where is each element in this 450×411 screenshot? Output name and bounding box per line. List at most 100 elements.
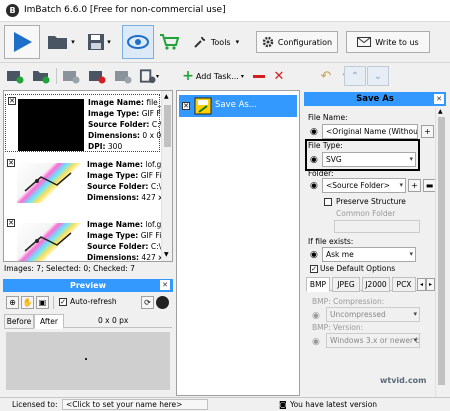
checklist-icon bbox=[139, 69, 156, 84]
preview-toolbar: ⊕ ✋ ▣ ✓ Auto-refresh ⟳ bbox=[3, 293, 173, 311]
insert-tag-icon[interactable]: + bbox=[408, 179, 421, 192]
write-to-us-label: Write to us bbox=[375, 37, 419, 47]
file-type-select[interactable]: SVG ▾ bbox=[322, 152, 416, 167]
hand-pan-icon[interactable]: ✋ bbox=[21, 296, 34, 309]
licensed-to-field[interactable]: <Click to set your name here> bbox=[62, 399, 208, 410]
undo-button[interactable]: ↶ bbox=[316, 66, 336, 86]
use-default-options-checkbox[interactable]: ✓ bbox=[310, 265, 318, 273]
close-icon[interactable]: ✕ bbox=[434, 94, 444, 104]
task-checkbox[interactable]: ✕ bbox=[182, 102, 190, 110]
if-file-exists-value: Ask me bbox=[326, 250, 354, 259]
close-icon[interactable]: ✕ bbox=[160, 280, 170, 290]
clear-tasks-button[interactable]: ✕ bbox=[270, 66, 288, 86]
image-list-scrollbar[interactable]: ▲ ▼ bbox=[161, 91, 172, 261]
auto-refresh-checkbox[interactable]: ✓ bbox=[59, 298, 67, 306]
refresh-icon[interactable]: ⟳ bbox=[141, 296, 154, 309]
common-folder-field[interactable] bbox=[334, 220, 420, 233]
run-button[interactable] bbox=[4, 25, 40, 59]
scroll-up-icon[interactable]: ▲ bbox=[164, 93, 169, 100]
remove-image-icon bbox=[63, 71, 80, 84]
add-task-button[interactable]: + Add Task... ▾ bbox=[180, 66, 246, 86]
move-up-button[interactable]: ⌃ bbox=[344, 66, 366, 86]
variable-icon[interactable]: ◉ bbox=[310, 250, 318, 260]
chevron-left-icon[interactable]: ◂ bbox=[417, 278, 426, 291]
tab-pcx[interactable]: PCX bbox=[392, 277, 416, 292]
chevron-down-icon: ▾ bbox=[155, 72, 159, 80]
zoom-fit-icon[interactable]: ⊕ bbox=[6, 296, 19, 309]
variable-icon[interactable]: ◉ bbox=[312, 311, 320, 321]
preview-canvas[interactable] bbox=[6, 332, 170, 390]
open-folder-button[interactable]: ▾ bbox=[44, 28, 78, 56]
variable-icon[interactable]: ◉ bbox=[310, 155, 318, 165]
file-name-field[interactable]: <Original Name (Without bbox=[322, 124, 418, 139]
list-item[interactable]: ✕ Image Name: lof.gif Image Type: GIF Fi… bbox=[5, 157, 172, 215]
add-folder-button[interactable] bbox=[30, 66, 52, 86]
chevron-down-icon: ▾ bbox=[413, 336, 417, 344]
variable-icon[interactable]: ◉ bbox=[310, 127, 318, 137]
insert-tag-icon[interactable]: + bbox=[421, 125, 434, 138]
scrollbar-thumb[interactable] bbox=[438, 117, 445, 385]
chevron-down-icon: ▾ bbox=[399, 181, 403, 189]
if-file-exists-label: If file exists: bbox=[308, 237, 354, 246]
licensed-to-value: <Click to set your name here> bbox=[66, 400, 183, 409]
if-file-exists-select[interactable]: Ask me ▾ bbox=[322, 247, 416, 262]
variable-icon[interactable]: ◉ bbox=[310, 181, 318, 191]
eye-icon bbox=[127, 35, 149, 49]
dpi-value: 300 bbox=[107, 142, 123, 151]
save-button[interactable]: ▾ bbox=[82, 28, 116, 56]
add-image-icon bbox=[7, 71, 24, 84]
tab-after[interactable]: After bbox=[34, 314, 64, 329]
preview-toggle-button[interactable] bbox=[122, 25, 154, 59]
save-as-panel-header: Save As ✕ bbox=[304, 92, 446, 106]
cat-artwork-icon bbox=[24, 172, 72, 192]
folder-label: Folder: bbox=[308, 169, 334, 178]
tools-menu-button[interactable]: Tools ▾ bbox=[184, 28, 248, 56]
floppy-disk-icon bbox=[88, 34, 105, 50]
tab-before[interactable]: Before bbox=[4, 314, 34, 329]
save-as-icon bbox=[194, 97, 212, 115]
bmp-version-select[interactable]: Windows 3.x or newer bit ▾ bbox=[326, 333, 420, 348]
close-icon: ✕ bbox=[273, 68, 285, 84]
image-view-icon[interactable]: ▣ bbox=[36, 296, 49, 309]
auto-refresh-label: Auto-refresh bbox=[70, 297, 117, 306]
chevron-down-icon: ▾ bbox=[409, 250, 413, 258]
save-as-properties: File Name: ◉ <Original Name (Without + F… bbox=[304, 107, 446, 397]
list-item[interactable]: ✕ Image Name: lof.gif :2 Image Type: GIF… bbox=[5, 217, 172, 261]
tab-j2000[interactable]: J2000 bbox=[362, 277, 390, 292]
remove-all-button[interactable] bbox=[86, 66, 108, 86]
preview-tabs: Before After 0 x 0 px bbox=[4, 314, 172, 329]
remove-all-icon bbox=[89, 71, 106, 84]
edit-toolbar: ↶ ↷ ⌃ ⌄ bbox=[314, 64, 434, 88]
remove-selected-button[interactable] bbox=[60, 66, 82, 86]
tab-jpeg[interactable]: JPEG bbox=[332, 277, 360, 292]
remove-task-button[interactable] bbox=[250, 66, 268, 86]
buy-button[interactable] bbox=[156, 28, 182, 56]
image-list-toolbar: ▾ bbox=[2, 64, 174, 88]
background-color-icon[interactable] bbox=[156, 296, 169, 309]
chevron-right-icon[interactable]: ▸ bbox=[426, 278, 435, 291]
remove-checked-button[interactable] bbox=[112, 66, 134, 86]
toolbar-separator bbox=[53, 296, 54, 309]
check-options-button[interactable]: ▾ bbox=[138, 66, 160, 86]
item-checkbox[interactable]: ✕ bbox=[8, 97, 16, 105]
bmp-version-value: Windows 3.x or newer bit bbox=[330, 336, 420, 345]
folder-value: <Source Folder> bbox=[326, 181, 390, 190]
item-checkbox[interactable]: ✕ bbox=[7, 219, 15, 227]
folder-select[interactable]: <Source Folder> ▾ bbox=[322, 178, 406, 193]
add-images-button[interactable] bbox=[4, 66, 26, 86]
bmp-compression-select[interactable]: Uncompressed ▾ bbox=[326, 307, 420, 322]
scroll-up-icon[interactable]: ▲ bbox=[438, 108, 443, 115]
preserve-structure-checkbox[interactable] bbox=[324, 198, 332, 206]
task-item-save-as[interactable]: ✕ Save As... bbox=[179, 95, 297, 117]
scroll-down-icon[interactable]: ▼ bbox=[164, 251, 169, 258]
properties-scrollbar[interactable]: ▲ bbox=[435, 107, 446, 397]
variable-icon[interactable]: ◉ bbox=[312, 337, 320, 347]
write-to-us-button[interactable]: Write to us bbox=[346, 31, 430, 53]
configuration-button[interactable]: Configuration bbox=[256, 31, 338, 53]
list-item[interactable]: ✕ Image Name: file_examp Image Type: GIF… bbox=[5, 94, 172, 152]
scrollbar-thumb[interactable] bbox=[164, 105, 171, 147]
tab-bmp[interactable]: BMP bbox=[306, 277, 330, 292]
move-down-button[interactable]: ⌄ bbox=[367, 66, 389, 86]
configuration-label: Configuration bbox=[277, 37, 333, 47]
item-checkbox[interactable]: ✕ bbox=[7, 159, 15, 167]
